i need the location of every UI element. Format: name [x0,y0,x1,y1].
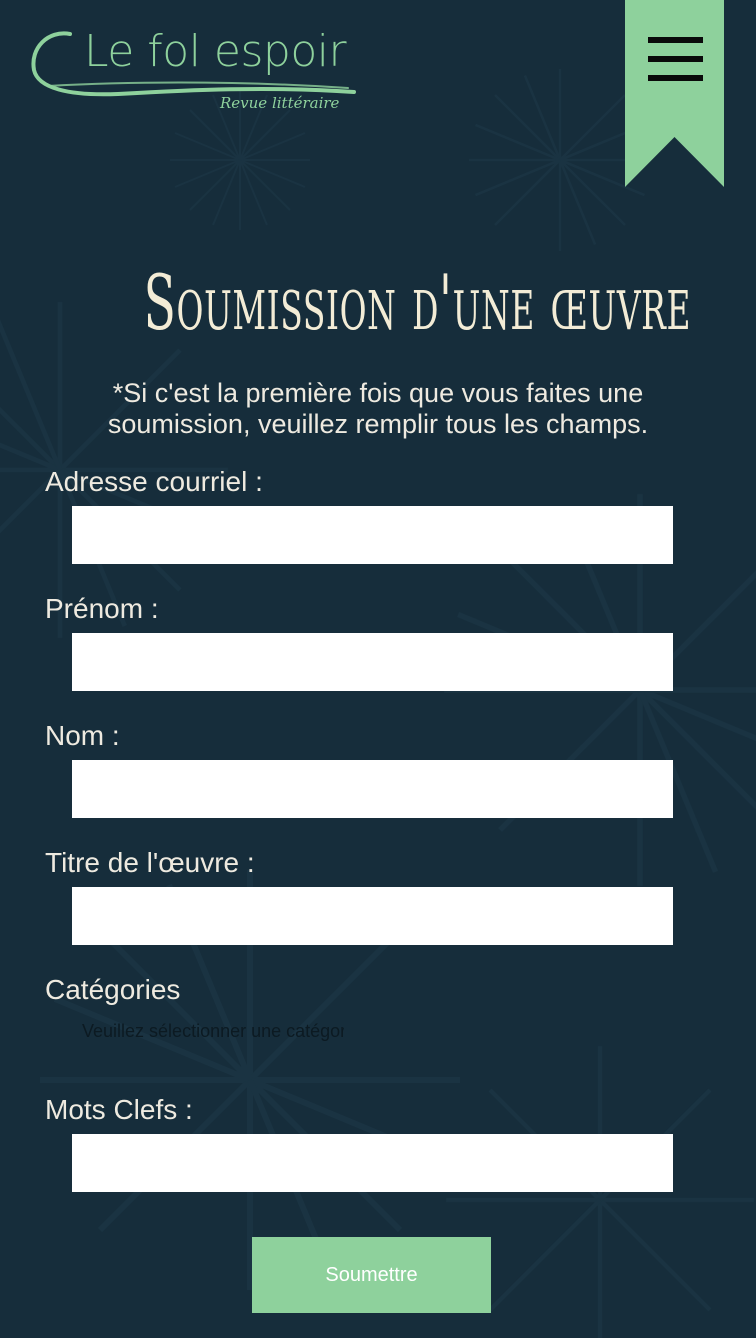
email-label: Adresse courriel : [45,466,263,497]
work-title-field[interactable] [72,887,673,945]
page-title: Soumission d'une œuvre [143,258,692,347]
logo-title: Le fol espoir [84,26,347,77]
firstname-field[interactable] [72,633,673,691]
logo-subtitle: Revue littéraire [220,94,340,112]
categories-label: Catégories [45,974,181,1005]
submit-button[interactable]: Soumettre [252,1237,491,1313]
categories-select[interactable]: Veuillez sélectionner une catégorie [72,1017,344,1045]
hamburger-menu-icon[interactable] [648,37,703,83]
lastname-label: Nom : [45,720,120,751]
work-title-label: Titre de l'œuvre : [45,847,255,878]
lastname-field[interactable] [72,760,673,818]
email-field[interactable] [72,506,673,564]
firstname-label: Prénom : [45,593,159,624]
form-notice: *Si c'est la première fois que vous fait… [107,378,649,439]
site-logo[interactable]: Le fol espoir Revue littéraire [28,26,358,118]
menu-ribbon[interactable] [625,0,724,187]
keywords-label: Mots Clefs : [45,1094,193,1125]
ribbon-shape [625,0,724,187]
keywords-field[interactable] [72,1134,673,1192]
